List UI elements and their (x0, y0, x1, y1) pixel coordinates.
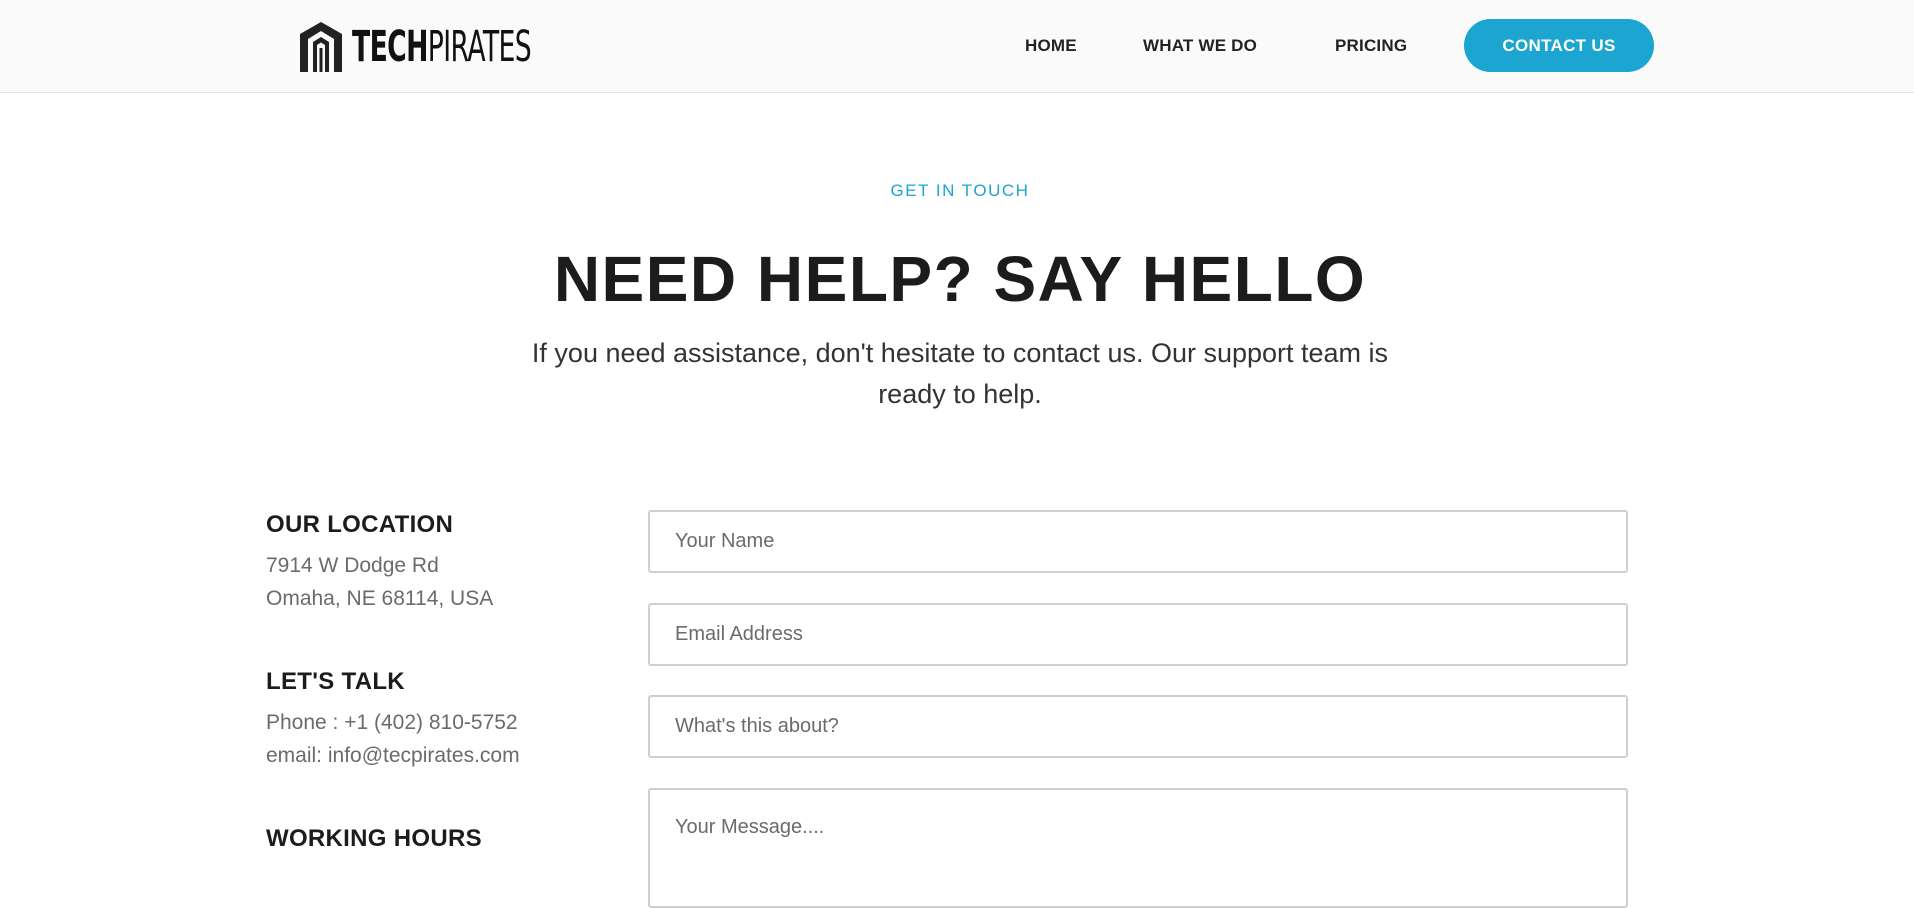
name-input[interactable] (648, 510, 1628, 573)
page-title: NEED HELP? SAY HELLO (553, 243, 1367, 315)
hours-heading: WORKING HOURS (266, 825, 482, 852)
hours-block: WORKING HOURS (266, 825, 606, 853)
contact-block: LET'S TALK Phone : +1 (402) 810-5752 ema… (266, 668, 606, 772)
address-line-1: 7914 W Dodge Rd (266, 554, 439, 577)
logo-text-bold: TECH (352, 22, 428, 72)
location-block: OUR LOCATION 7914 W Dodge Rd Omaha, NE 6… (266, 511, 606, 615)
nav-home[interactable]: HOME (1025, 36, 1077, 56)
contact-us-button[interactable]: CONTACT US (1464, 19, 1654, 72)
phone-text: Phone : +1 (402) 810-5752 (266, 711, 518, 734)
address-line-2: Omaha, NE 68114, USA (266, 587, 494, 610)
page-subtitle: If you need assistance, don't hesitate t… (531, 338, 1389, 409)
email-input[interactable] (648, 603, 1628, 666)
location-heading: OUR LOCATION (266, 511, 454, 538)
nav-what-we-do[interactable]: WHAT WE DO (1143, 36, 1257, 56)
nav-pricing[interactable]: PRICING (1335, 36, 1407, 56)
logo-icon (300, 22, 342, 72)
email-text: email: info@tecpirates.com (266, 744, 520, 767)
logo[interactable]: TECHPIRATES (298, 20, 641, 74)
message-textarea[interactable] (648, 788, 1628, 908)
logo-text-light: PIRATES (427, 22, 532, 72)
logo-text: TECHPIRATES (352, 20, 532, 74)
talk-heading: LET'S TALK (266, 668, 405, 695)
subject-input[interactable] (648, 695, 1628, 758)
site-header: TECHPIRATES HOME WHAT WE DO PRICING CONT… (0, 0, 1914, 93)
section-eyebrow: GET IN TOUCH (890, 181, 1030, 200)
